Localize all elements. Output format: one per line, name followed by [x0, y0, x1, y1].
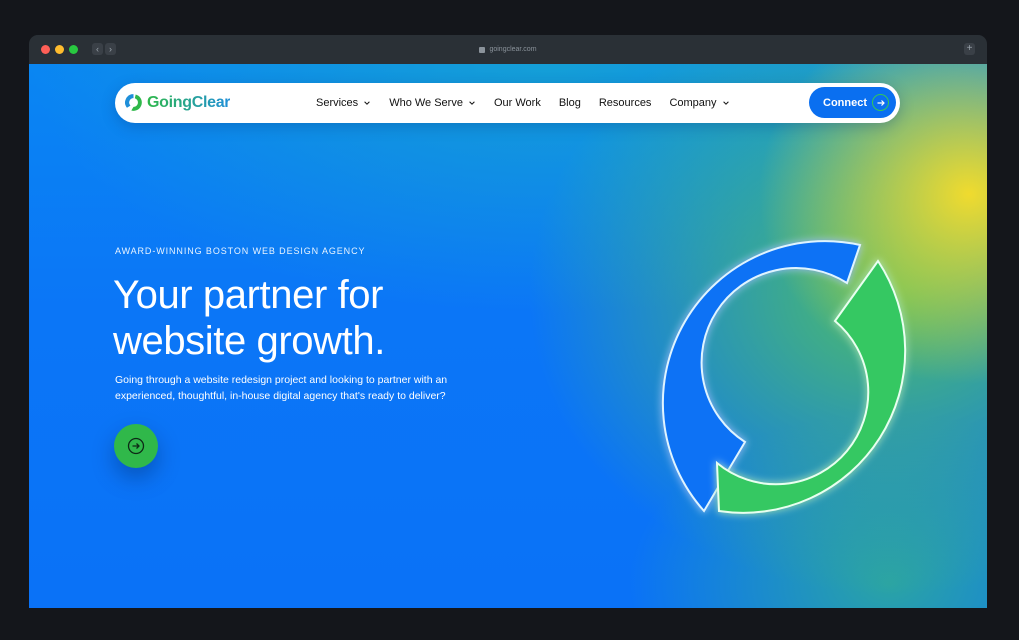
nav-item-label: Resources — [598, 97, 652, 109]
back-arrow-icon[interactable]: ‹ — [92, 43, 103, 55]
nav-item-label: Services — [316, 97, 359, 109]
nav-item-services[interactable]: Services — [316, 97, 371, 109]
goingclear-logo-icon — [125, 94, 142, 111]
new-tab-plus-icon[interactable]: + — [964, 43, 975, 55]
nav-item-our-work[interactable]: Our Work — [494, 97, 541, 109]
logo-text: GoingClear — [147, 93, 231, 111]
ring-green-segment — [715, 259, 907, 514]
logo-ring-graphic — [661, 240, 907, 514]
hero-headline-line1: Your partner for — [113, 273, 384, 317]
webpage: GoingClear Services Who We Serve Our Wor… — [29, 64, 987, 608]
arrow-right-circle-icon — [872, 94, 889, 111]
browser-toolbar: ‹ › goingclear.com + — [29, 35, 987, 64]
lock-icon — [479, 46, 486, 53]
hero-headline-line2: website growth. — [113, 319, 385, 363]
nav-item-blog[interactable]: Blog — [559, 97, 581, 109]
nav-item-company[interactable]: Company — [669, 97, 729, 109]
minimize-window-button[interactable] — [55, 45, 64, 54]
maximize-window-button[interactable] — [69, 45, 78, 54]
nav-item-label: Who We Serve — [389, 97, 463, 109]
connect-button[interactable]: Connect — [809, 87, 896, 118]
logo[interactable]: GoingClear — [123, 92, 231, 113]
hero-subtext: Going through a website redesign project… — [115, 373, 485, 404]
chevron-down-icon — [364, 101, 370, 105]
chevron-down-icon — [469, 101, 475, 105]
nav-item-label: Our Work — [493, 97, 541, 109]
arrow-right-circle-icon — [127, 437, 145, 455]
forward-arrow-icon[interactable]: › — [105, 43, 116, 55]
hero-headline: Your partner for website growth. — [113, 272, 533, 364]
hero-cta-button[interactable] — [114, 424, 158, 468]
nav-item-who-we-serve[interactable]: Who We Serve — [389, 97, 476, 109]
address-bar[interactable]: goingclear.com — [408, 43, 608, 56]
site-header: GoingClear Services Who We Serve Our Wor… — [115, 83, 900, 123]
nav-item-label: Blog — [558, 97, 581, 109]
connect-button-label: Connect — [823, 96, 867, 109]
url-text: goingclear.com — [489, 46, 537, 53]
hero-subtext-line2: experienced, thoughtful, in-house digita… — [115, 389, 446, 402]
nav-item-label: Company — [669, 97, 717, 109]
nav-item-resources[interactable]: Resources — [599, 97, 652, 109]
browser-window: ‹ › goingclear.com + GoingClear Services — [29, 35, 987, 608]
hero-eyebrow: AWARD-WINNING BOSTON WEB DESIGN AGENCY — [115, 246, 366, 256]
close-window-button[interactable] — [41, 45, 50, 54]
chevron-down-icon — [722, 101, 729, 105]
hero-subtext-line1: Going through a website redesign project… — [115, 374, 448, 386]
main-nav: Services Who We Serve Our Work Blog Reso… — [316, 83, 748, 123]
